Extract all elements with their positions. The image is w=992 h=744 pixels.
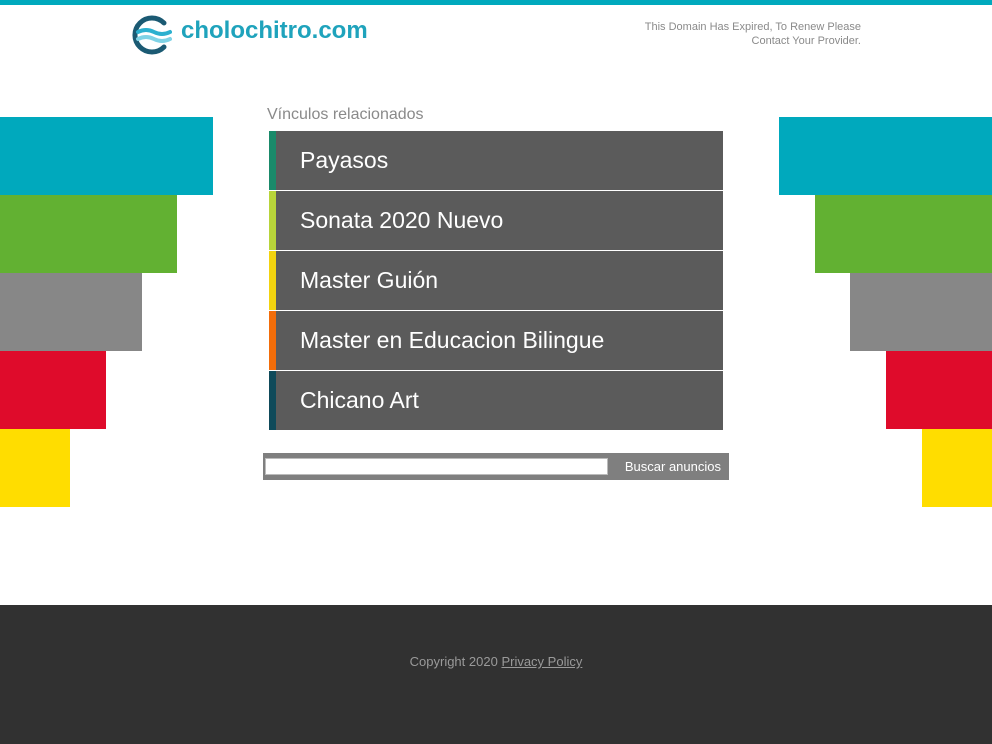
left-bar-teal xyxy=(0,117,213,195)
footer-copyright-line: Copyright 2020 Privacy Policy xyxy=(0,654,992,669)
site-domain-name: cholochitro.com xyxy=(181,17,368,44)
right-bar-gray xyxy=(850,273,992,351)
link-accent-stripe xyxy=(269,371,276,430)
related-link-label: Payasos xyxy=(300,147,389,173)
copyright-text: Copyright 2020 xyxy=(409,654,498,669)
related-link-payasos[interactable]: Payasos xyxy=(269,131,723,190)
site-logo-icon xyxy=(130,15,172,55)
related-link-chicano-art[interactable]: Chicano Art xyxy=(269,371,723,430)
related-link-label: Sonata 2020 Nuevo xyxy=(300,207,504,233)
top-accent-bar xyxy=(0,0,992,5)
expired-notice-line-1: This Domain Has Expired, To Renew Please xyxy=(644,21,861,33)
left-bar-gray xyxy=(0,273,142,351)
link-accent-stripe xyxy=(269,191,276,250)
related-link-master-guion[interactable]: Master Guión xyxy=(269,251,723,310)
domain-expired-notice: This Domain Has Expired, To Renew Please… xyxy=(601,20,861,48)
right-bar-teal xyxy=(779,117,992,195)
privacy-policy-link[interactable]: Privacy Policy xyxy=(501,654,582,669)
search-input[interactable] xyxy=(265,458,608,475)
ad-search-bar: Buscar anuncios xyxy=(263,453,729,480)
expired-notice-line-2: Contact Your Provider. xyxy=(751,35,861,47)
right-bar-yellow xyxy=(922,429,992,507)
related-link-master-en-educacion-bilingue[interactable]: Master en Educacion Bilingue xyxy=(269,311,723,370)
related-link-label: Master Guión xyxy=(300,267,439,293)
link-accent-stripe xyxy=(269,311,276,370)
link-accent-stripe xyxy=(269,131,276,190)
related-links-heading: Vínculos relacionados xyxy=(267,106,424,123)
link-accent-stripe xyxy=(269,251,276,310)
related-link-sonata-2020-nuevo[interactable]: Sonata 2020 Nuevo xyxy=(269,191,723,250)
related-links-list: Payasos Sonata 2020 Nuevo Master Guión M… xyxy=(269,131,723,431)
right-bar-green xyxy=(815,195,992,273)
search-ads-button[interactable]: Buscar anuncios xyxy=(625,453,721,480)
related-link-label: Chicano Art xyxy=(300,387,419,413)
left-bar-green xyxy=(0,195,177,273)
related-link-label: Master en Educacion Bilingue xyxy=(300,327,605,353)
page-footer: Copyright 2020 Privacy Policy xyxy=(0,605,992,744)
right-bar-red xyxy=(886,351,992,429)
left-bar-yellow xyxy=(0,429,70,507)
left-bar-red xyxy=(0,351,106,429)
